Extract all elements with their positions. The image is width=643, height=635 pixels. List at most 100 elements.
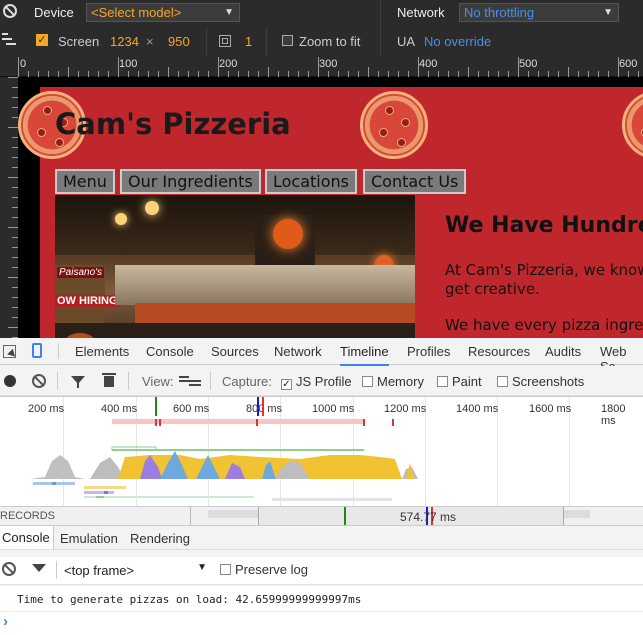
ruler-label: 100: [119, 58, 138, 70]
record-icon[interactable]: [4, 375, 16, 387]
ruler-tick: [168, 67, 169, 77]
filter-icon[interactable]: [32, 564, 46, 572]
inspect-element-icon[interactable]: [3, 345, 18, 360]
screen-width-input[interactable]: 1234: [110, 34, 139, 49]
paint-checkbox[interactable]: Paint: [437, 374, 482, 389]
preserve-log-checkbox[interactable]: Preserve log: [220, 562, 308, 577]
filter-icon[interactable]: [71, 376, 85, 388]
ruler-tick: [8, 127, 18, 128]
device-pixel-ratio-input[interactable]: 1: [245, 34, 252, 49]
drawer-tab-emulation[interactable]: Emulation: [60, 531, 118, 546]
console-input[interactable]: [16, 614, 636, 630]
checkbox-icon: [437, 376, 448, 387]
ua-value-input[interactable]: No override: [424, 34, 491, 49]
ruler-label: 400: [419, 58, 438, 70]
chevron-down-icon: ▼: [197, 562, 207, 573]
nav-locations-button[interactable]: Locations: [265, 169, 358, 194]
tab-resources[interactable]: Resources: [468, 344, 530, 359]
screen-checkbox[interactable]: ✓: [36, 34, 48, 46]
ruler-tick: [8, 177, 18, 178]
ruler-tick: [568, 67, 569, 77]
trash-icon[interactable]: [102, 373, 116, 387]
site-title: Cam's Pizzeria: [55, 107, 291, 141]
toolbar-divider: [210, 372, 211, 390]
vertical-ruler: [0, 77, 18, 338]
dom-content-loaded-line: [155, 397, 157, 416]
clear-icon[interactable]: [32, 374, 46, 388]
tab-sources[interactable]: Sources: [211, 344, 259, 359]
ruler-tick: [68, 67, 69, 77]
console-toolbar: <top frame> ▼ Preserve log: [0, 557, 643, 585]
tab-network[interactable]: Network: [274, 344, 322, 359]
ruler-label: 300: [319, 58, 338, 70]
network-select-value: No throttling: [464, 5, 535, 20]
tab-profiles[interactable]: Profiles: [407, 344, 450, 359]
device-mode-icon[interactable]: [32, 343, 42, 358]
record-bar: [84, 486, 126, 489]
ruler-tick: [18, 57, 19, 77]
ruler-tick: [468, 67, 469, 77]
view-label: View:: [142, 374, 174, 389]
nav-menu-button[interactable]: Menu: [55, 169, 115, 194]
tab-audits[interactable]: Audits: [545, 344, 581, 359]
device-select[interactable]: <Select model> ▼: [86, 3, 240, 22]
console-output[interactable]: Time to generate pizzas on load: 42.6599…: [0, 586, 643, 635]
frame-bar: [112, 419, 364, 424]
console-message: Time to generate pizzas on load: 42.6599…: [17, 593, 362, 606]
toolbar-divider: [206, 28, 207, 56]
js-profile-label: JS Profile: [296, 374, 352, 389]
site-page: Cam's Pizzeria Menu Our Ingredients Loca…: [18, 87, 643, 338]
js-profile-checkbox[interactable]: JS Profile: [281, 374, 352, 390]
checkbox-icon: [497, 376, 508, 387]
frame-marker: [256, 419, 258, 426]
load-event-line: [257, 397, 259, 416]
memory-checkbox[interactable]: Memory: [362, 374, 424, 389]
responsive-icon[interactable]: [2, 33, 16, 47]
timeline-overview[interactable]: 200 ms 400 ms 600 ms 800 ms 1000 ms 1200…: [0, 396, 643, 507]
emulated-viewport[interactable]: Cam's Pizzeria Menu Our Ingredients Loca…: [18, 77, 643, 338]
network-select[interactable]: No throttling ▼: [459, 3, 619, 22]
frame-select[interactable]: <top frame> ▼: [64, 562, 209, 580]
no-entry-icon[interactable]: [3, 4, 17, 18]
frame-marker: [392, 419, 394, 426]
tab-timeline[interactable]: Timeline: [340, 344, 389, 366]
toolbar-divider: [380, 0, 381, 57]
overview-marker-green: [344, 507, 346, 525]
hero-paragraph-line: At Cam's Pizzeria, we know: [445, 261, 643, 279]
drawer-tab-rendering[interactable]: Rendering: [130, 531, 190, 546]
checkbox-icon: [220, 564, 231, 575]
zoom-to-fit-checkbox[interactable]: [282, 35, 293, 46]
view-mode-icon[interactable]: [179, 376, 201, 386]
drawer-tabbar: Console Emulation Rendering: [0, 526, 643, 550]
drawer-tab-console[interactable]: Console: [0, 526, 54, 549]
pizza-decoration-image: [622, 91, 643, 159]
screen-height-input[interactable]: 950: [168, 34, 190, 49]
device-pixel-ratio-icon: [219, 35, 231, 47]
device-emulation-toolbar: Device <Select model> ▼ Network No throt…: [0, 0, 643, 57]
hero-paragraph-2: We have every pizza ingredient: [445, 316, 643, 334]
tab-divider: [58, 343, 59, 359]
frame-select-value: <top frame>: [64, 563, 135, 578]
ruler-label: 500: [519, 58, 538, 70]
hero-paragraph-line: get creative.: [445, 280, 540, 298]
clear-console-icon[interactable]: [2, 562, 16, 576]
ruler-label: 0: [20, 58, 27, 70]
pizzeria-photo: Paisano's OW HIRING: [55, 195, 415, 338]
toolbar-divider: [57, 372, 58, 390]
checkbox-checked-icon: [281, 379, 292, 390]
device-label: Device: [34, 5, 74, 20]
ua-label: UA: [397, 34, 416, 49]
hero-paragraph: At Cam's Pizzeria, we know get creative.: [445, 261, 643, 299]
ruler-tick: [8, 227, 18, 228]
memory-label: Memory: [377, 374, 424, 389]
paint-event-line: [262, 397, 264, 416]
zoom-to-fit-label: Zoom to fit: [299, 34, 361, 49]
nav-contact-button[interactable]: Contact Us: [363, 169, 467, 194]
tab-elements[interactable]: Elements: [75, 344, 129, 359]
checkbox-icon: [362, 376, 373, 387]
ruler-tick: [8, 77, 18, 78]
screenshots-checkbox[interactable]: Screenshots: [497, 374, 584, 389]
nav-ingredients-button[interactable]: Our Ingredients: [120, 169, 261, 194]
tab-console[interactable]: Console: [146, 344, 194, 359]
timeline-overview-scrollbar[interactable]: RECORDS 574.77 ms: [0, 506, 643, 526]
